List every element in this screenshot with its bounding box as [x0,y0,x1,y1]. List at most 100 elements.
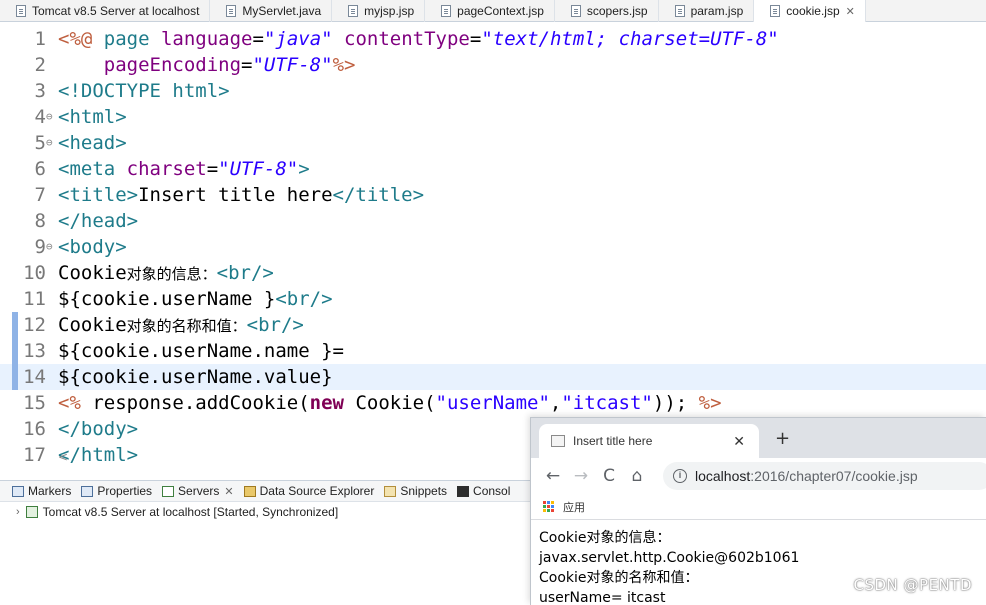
panel-tab[interactable]: Consol [457,484,510,498]
panel-tab[interactable]: Servers ✕ [162,484,234,498]
server-entry-label: Tomcat v8.5 Server at localhost [Started… [42,505,339,519]
editor-tab[interactable]: MyServlet.java [210,0,333,22]
code-token: , [549,392,562,414]
site-info-icon[interactable]: i [673,469,687,483]
line-number: 7 [34,184,46,206]
code-line[interactable]: 7 <title>Insert title here</title> [0,182,986,208]
code-token: ${cookie.userName.name }= [58,340,344,362]
editor-tab-label: myjsp.jsp [364,4,415,18]
editor-tab[interactable]: Tomcat v8.5 Server at localhost [0,0,211,22]
panel-tab[interactable]: Data Source Explorer [243,484,375,498]
code-token: = [469,28,482,50]
line-number: 13 [23,340,46,362]
code-line[interactable]: 14 ${cookie.userName.value} [0,364,986,390]
code-token: 对象的信息： [126,265,217,283]
line-number: 4 [34,106,46,128]
server-entry[interactable]: › Tomcat v8.5 Server at localhost [Start… [16,505,338,519]
change-marker [12,312,18,338]
address-bar[interactable]: i localhost:2016/chapter07/cookie.jsp [663,462,986,490]
panel-tab[interactable]: Properties [81,484,152,498]
code-line[interactable]: 13 ${cookie.userName.name }= [0,338,986,364]
back-button[interactable]: ← [539,466,567,486]
code-line[interactable]: 15 <% response.addCookie(new Cookie("user… [0,390,986,416]
browser-tab[interactable]: Insert title here ✕ [539,424,759,458]
code-token: Cookie( [344,392,436,414]
horizontal-scrollbar[interactable]: < [58,450,530,466]
code-line[interactable]: 1 <%@ page language="java" contentType="t… [0,26,986,52]
panel-tab[interactable]: Markers [12,484,71,498]
code-line[interactable]: 9 ⊖ <body> [0,234,986,260]
code-line[interactable]: 2 pageEncoding="UTF-8"%> [0,52,986,78]
code-line[interactable]: 10 Cookie对象的信息：<br/> [0,260,986,286]
close-tab-icon[interactable]: ✕ [733,433,745,450]
code-line[interactable]: 11 ${cookie.userName }<br/> [0,286,986,312]
code-token: </title> [332,184,425,206]
new-tab-button[interactable]: + [775,428,790,449]
code-line[interactable]: 3 <!DOCTYPE html> [0,78,986,104]
database-icon [243,485,256,497]
change-marker [12,364,18,390]
close-tab-icon[interactable]: ✕ [846,5,855,18]
line-number: 5 [34,132,46,154]
code-token: new [309,392,344,414]
code-token: > [298,158,310,180]
file-icon [570,5,581,17]
code-line[interactable]: 4 ⊖ <html> [0,104,986,130]
code-token: language [160,28,253,50]
code-token: Insert title here [138,184,333,206]
code-line[interactable]: 12 Cookie对象的名称和值：<br/> [0,312,986,338]
code-text: <title>Insert title here</title> [58,182,424,208]
code-line[interactable]: 8 </head> [0,208,986,234]
code-token: )); [652,392,699,414]
fold-toggle-icon[interactable]: ⊖ [46,234,58,260]
line-number: 11 [23,288,46,310]
code-token: > [218,80,230,102]
page-text-line: Cookie对象的名称和值： [539,570,699,586]
code-token: "userName" [435,392,550,414]
code-line[interactable]: 5 ⊖ <head> [0,130,986,156]
editor-tab[interactable]: scopers.jsp [555,0,659,22]
reload-button[interactable]: C [595,466,623,486]
line-number: 17 [23,444,46,466]
code-token: <%@ [58,28,104,50]
line-number: 1 [34,28,46,50]
expand-arrow-icon[interactable]: › [16,506,20,518]
panel-tab-label: Snippets [400,484,448,498]
code-token: response.addCookie( [92,392,310,414]
page-favicon-icon [551,435,565,447]
scroll-left-icon[interactable]: < [58,450,68,464]
page-text-line: Cookie对象的信息： [539,530,671,546]
line-number: 16 [23,418,46,440]
servers-icon [162,485,175,497]
apps-grid-icon[interactable] [543,500,555,513]
code-token: = [206,158,219,180]
code-token: <!DOCTYPE [58,80,173,102]
fold-toggle-icon[interactable]: ⊖ [46,130,58,156]
bookmark-apps[interactable]: 应用 [563,499,585,515]
line-number: 15 [23,392,46,414]
editor-tab[interactable]: cookie.jsp ✕ [754,0,866,22]
panel-tab[interactable]: Snippets [384,484,447,498]
fold-toggle-icon[interactable]: ⊖ [46,104,58,130]
panel-tab-label: Data Source Explorer [259,484,375,498]
code-token: "text/html; charset=UTF-8" [481,28,779,50]
code-token: Cookie [58,314,127,336]
code-text: <%@ page language="java" contentType="te… [58,26,779,52]
close-icon[interactable]: ✕ [224,485,233,498]
line-number: 14 [23,366,46,388]
bottom-panel-tabs: Markers Properties Servers ✕ Data Source Exp… [0,480,530,502]
editor-tab[interactable]: myjsp.jsp [332,0,426,22]
line-number: 9 [34,236,46,258]
server-icon [25,506,38,518]
code-token: <br/> [216,262,274,284]
editor-tab[interactable]: pageContext.jsp [425,0,555,22]
code-token: </head> [58,210,139,232]
editor-tab[interactable]: param.jsp [659,0,755,22]
code-token: <br/> [246,314,304,336]
code-editor[interactable]: 1 <%@ page language="java" contentType="t… [0,22,986,466]
forward-button[interactable]: → [567,466,595,486]
code-line[interactable]: 6 <meta charset="UTF-8"> [0,156,986,182]
home-button[interactable]: ⌂ [623,466,651,486]
code-token: <% [58,392,93,414]
code-text: <body> [58,234,127,260]
